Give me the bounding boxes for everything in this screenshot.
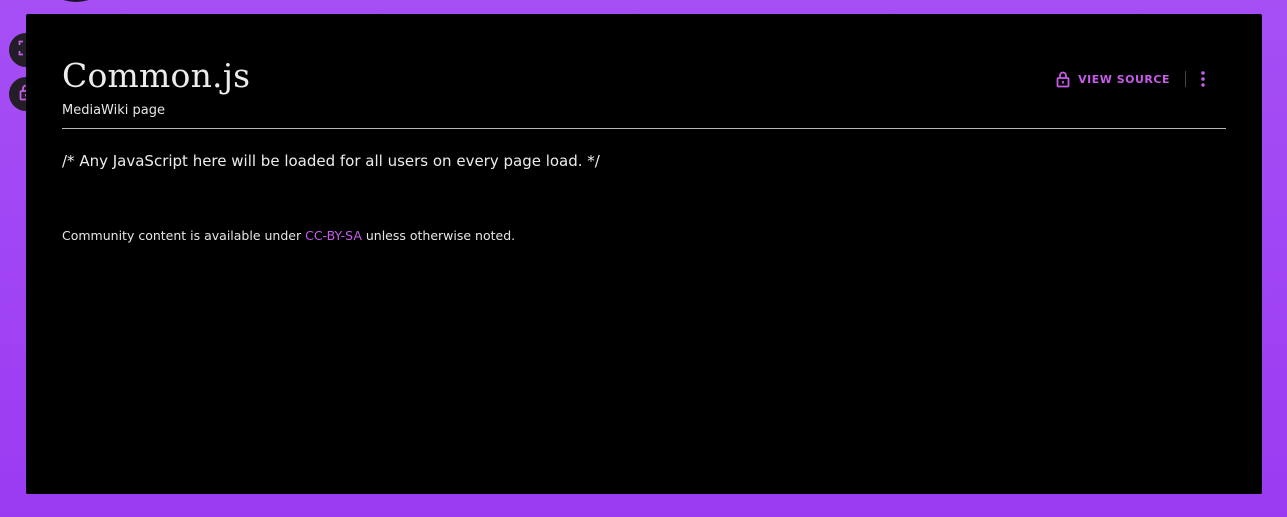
license-link[interactable]: CC-BY-SA <box>305 228 362 243</box>
lock-icon <box>1056 71 1070 87</box>
view-source-label: VIEW SOURCE <box>1078 72 1170 86</box>
license-notice: Community content is available under CC-… <box>62 228 515 243</box>
community-avatar[interactable] <box>48 0 104 2</box>
page-header: Common.js MediaWiki page VIEW SOURCE <box>62 54 1226 118</box>
license-prefix: Community content is available under <box>62 228 306 243</box>
page-subtitle: MediaWiki page <box>62 103 165 118</box>
main-content-panel: Common.js MediaWiki page VIEW SOURCE /* … <box>26 14 1262 494</box>
page-code-content: /* Any JavaScript here will be loaded fo… <box>62 152 600 170</box>
more-vertical-icon <box>1201 71 1205 87</box>
more-options-button[interactable] <box>1200 70 1206 88</box>
view-source-button[interactable]: VIEW SOURCE <box>1056 71 1170 88</box>
license-suffix: unless otherwise noted. <box>361 228 516 243</box>
page-actions: VIEW SOURCE <box>1056 70 1206 88</box>
page-title: Common.js <box>62 56 251 95</box>
header-divider <box>62 128 1226 129</box>
action-divider <box>1185 71 1186 87</box>
